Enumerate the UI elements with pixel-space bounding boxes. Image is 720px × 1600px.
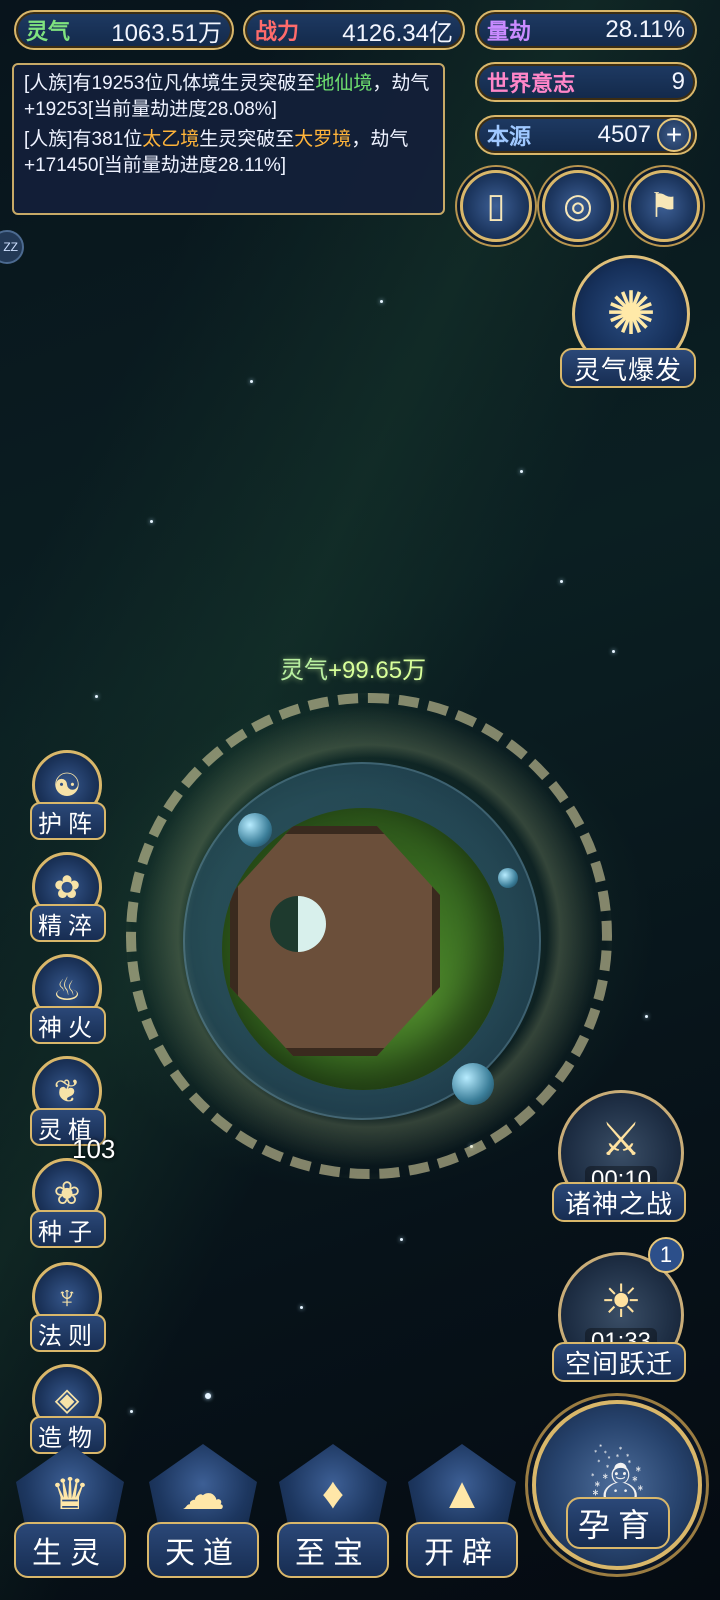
world-will-stat[interactable]: 世界意志 9 [475,62,697,102]
card-icon: ▯ [486,187,506,225]
nav-tian-dao[interactable]: ☁ 天道 [143,1440,263,1600]
card-button[interactable]: ▯ [460,170,532,242]
star [520,470,523,473]
yunyu-label[interactable]: 孕育 [566,1497,670,1549]
menu-label: 种子 [30,1210,106,1248]
menu-fa-ze[interactable]: ♆ 法则 [24,1262,112,1352]
zhanli-stat[interactable]: 战力 4126.34亿 [243,10,465,50]
message-log[interactable]: [人族]有19253位凡体境生灵突破至地仙境，劫气+19253[当前量劫进度28… [12,63,445,215]
menu-label: 神火 [30,1006,106,1044]
menu-jing-cui[interactable]: ✿ 精淬 [24,852,112,942]
moon [452,1063,494,1105]
lingqi-gain-text: 灵气+99.65万 [280,657,427,684]
scroll-button[interactable]: ⚑ [628,170,700,242]
menu-ling-zhi[interactable]: ❦ 灵植 [24,1056,112,1146]
nav-label: 天道 [147,1522,259,1578]
star [150,520,153,523]
starburst-icon: ✺ [605,280,657,347]
notification-badge: 1 [648,1237,684,1273]
space-jump-label[interactable]: 空间跃迁 [552,1342,686,1382]
benyuan-label: 本源 [487,124,532,149]
menu-shen-huo[interactable]: ♨ 神火 [24,954,112,1044]
star [645,1015,648,1018]
liangjie-label: 量劫 [487,19,532,44]
add-benyuan-button[interactable]: + [657,118,691,152]
bagua-continent [230,826,440,1056]
gods-war-label[interactable]: 诸神之战 [552,1182,686,1222]
nav-zhi-bao[interactable]: ♦ 至宝 [273,1440,393,1600]
seed-count: 103 [72,1134,116,1164]
lingqi-value: 1063.51万 [111,19,222,47]
log-message: [人族]有19253位凡体境生灵突破至地仙境，劫气+19253[当前量劫进度28… [24,73,430,120]
benyuan-value: 4507 [597,121,651,148]
nav-label: 至宝 [277,1522,389,1578]
star [205,1393,211,1399]
star [380,300,383,303]
star [560,580,563,583]
liangjie-stat[interactable]: 量劫 28.11% [475,10,697,50]
sword-icon: ⚔ [600,1113,642,1165]
scroll-icon: ⚑ [648,187,680,225]
star [95,695,98,698]
taiji-icon [270,896,326,952]
sun-icon: ☀ [600,1275,642,1327]
star [612,650,615,653]
star [400,1238,403,1241]
nav-sheng-ling[interactable]: ♛ 生灵 [10,1440,130,1600]
lingqi-stat[interactable]: 灵气 1063.51万 [14,10,234,50]
benyuan-stat[interactable]: 本源 4507 + [475,115,697,155]
star [130,1410,133,1413]
nav-label: 生灵 [14,1522,126,1578]
liangjie-value: 28.11% [605,16,685,43]
lingqi-burst-label[interactable]: 灵气爆发 [560,348,696,388]
world-will-label: 世界意志 [487,71,576,96]
star [300,1306,303,1309]
world-will-value: 9 [671,68,685,95]
nav-label: 开辟 [406,1522,518,1578]
menu-label: 法则 [30,1314,106,1352]
log-message: [人族]有381位太乙境生灵突破至大罗境，劫气+171450[当前量劫进度28.… [24,129,409,176]
menu-hu-zhen[interactable]: ☯ 护阵 [24,750,112,840]
zhanli-value: 4126.34亿 [342,19,453,47]
world-planet[interactable] [222,808,504,1090]
vortex-icon: ◎ [563,187,593,225]
menu-label: 精淬 [30,904,106,942]
menu-zhong-zi[interactable]: ❀ 种子 [24,1158,112,1248]
portal-button[interactable]: ◎ [542,170,614,242]
menu-label: 护阵 [30,802,106,840]
nav-kai-pi[interactable]: ▲ 开辟 [402,1440,522,1600]
moon [498,868,518,888]
lingqi-label: 灵气 [26,19,71,44]
zhanli-label: 战力 [255,19,300,44]
star [250,380,253,383]
moon [238,813,272,847]
